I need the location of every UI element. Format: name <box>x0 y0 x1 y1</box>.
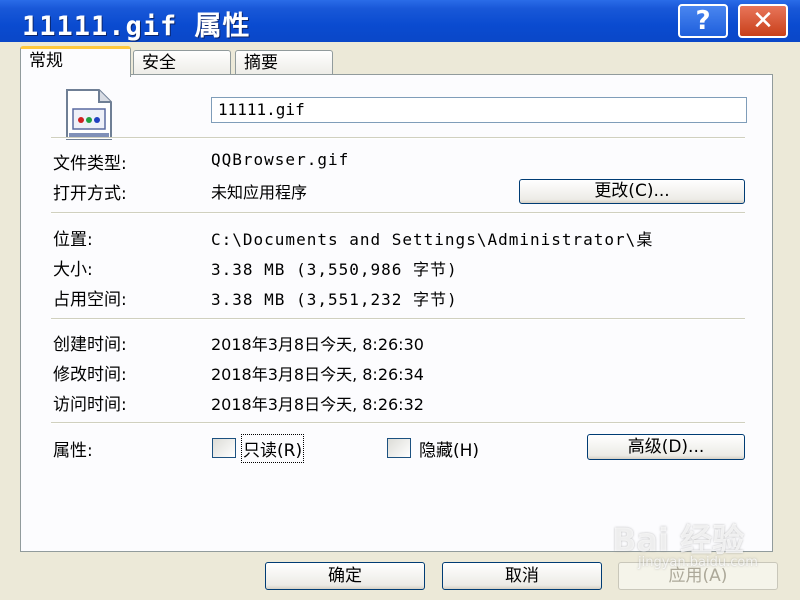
watermark-brand: Bai 经验 <box>612 521 745 559</box>
open-with-label: 打开方式: <box>53 184 127 204</box>
readonly-checkbox[interactable] <box>212 438 236 458</box>
readonly-label[interactable]: 只读(R) <box>240 434 305 463</box>
hidden-checkbox[interactable] <box>387 438 411 458</box>
gif-file-icon <box>66 89 112 140</box>
advanced-button[interactable]: 高级(D)... <box>587 434 745 460</box>
tab-label: 摘要 <box>244 53 278 73</box>
window-title: 11111.gif 属性 <box>22 11 251 42</box>
separator <box>51 318 745 320</box>
watermark: Bai 经验 jingyan.baidu.com <box>612 515 758 570</box>
tab-label: 安全 <box>142 53 176 73</box>
separator <box>51 422 745 424</box>
modified-label: 修改时间: <box>53 365 127 385</box>
modified-value: 2018年3月8日今天, 8:26:34 <box>211 365 424 384</box>
title-bar[interactable]: 11111.gif 属性 ? ✕ <box>0 0 800 42</box>
help-button[interactable]: ? <box>678 4 728 38</box>
close-button[interactable]: ✕ <box>738 4 788 38</box>
file-name-input[interactable]: 11111.gif <box>211 97 747 123</box>
location-label: 位置: <box>53 230 93 250</box>
cancel-button[interactable]: 取消 <box>442 562 602 590</box>
tab-label: 常规 <box>29 51 63 71</box>
size-label: 大小: <box>53 260 93 280</box>
attributes-label: 属性: <box>53 441 93 461</box>
created-label: 创建时间: <box>53 335 127 355</box>
tab-summary[interactable]: 摘要 <box>235 50 333 76</box>
change-button[interactable]: 更改(C)... <box>519 179 745 204</box>
accessed-label: 访问时间: <box>53 395 127 415</box>
general-panel: 11111.gif 文件类型: QQBrowser.gif 打开方式: 未知应用… <box>20 74 773 552</box>
accessed-value: 2018年3月8日今天, 8:26:32 <box>211 395 424 414</box>
size-value: 3.38 MB (3,550,986 字节) <box>211 260 458 279</box>
watermark-url: jingyan.baidu.com <box>638 555 758 570</box>
disk-size-label: 占用空间: <box>53 290 127 310</box>
file-type-value: QQBrowser.gif <box>211 150 350 169</box>
separator <box>51 212 745 214</box>
separator <box>51 137 745 139</box>
tab-general[interactable]: 常规 <box>20 46 131 77</box>
tab-security[interactable]: 安全 <box>133 50 231 76</box>
file-type-label: 文件类型: <box>53 154 127 174</box>
hidden-label[interactable]: 隐藏(H) <box>419 436 479 461</box>
open-with-value: 未知应用程序 <box>211 183 308 202</box>
ok-button[interactable]: 确定 <box>265 562 425 590</box>
created-value: 2018年3月8日今天, 8:26:30 <box>211 335 424 354</box>
location-value: C:\Documents and Settings\Administrator\… <box>211 230 654 249</box>
disk-size-value: 3.38 MB (3,551,232 字节) <box>211 290 458 309</box>
